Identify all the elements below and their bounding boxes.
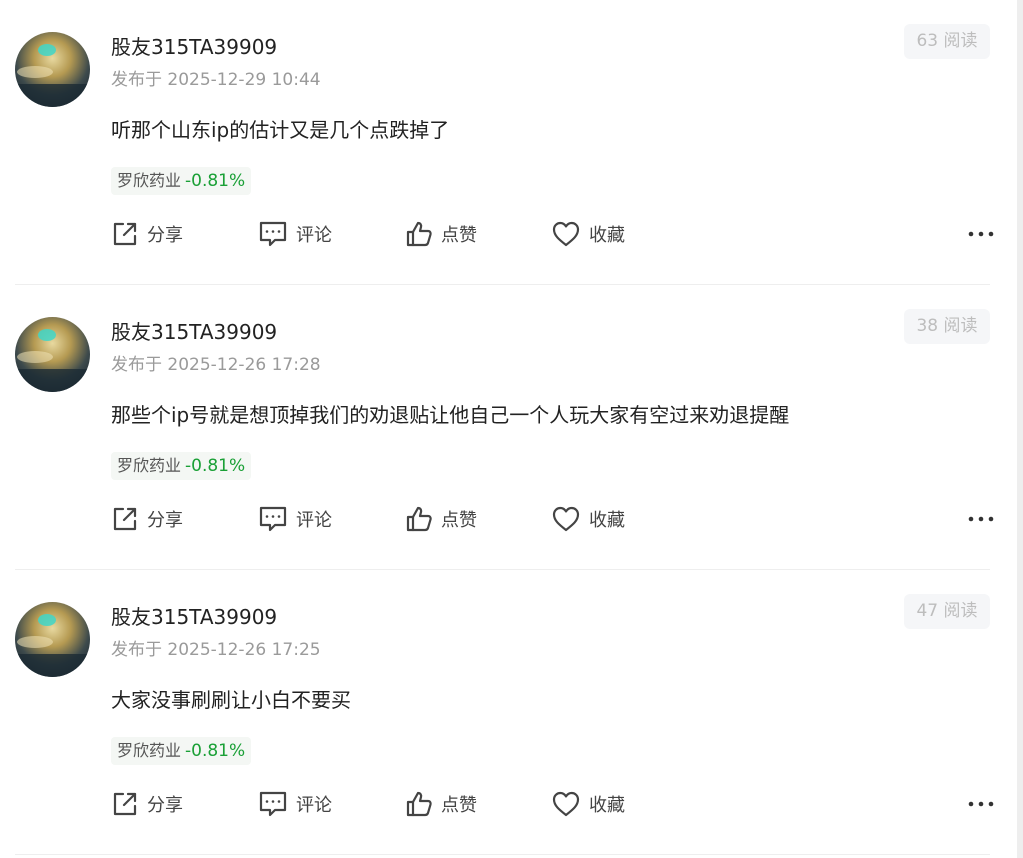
favorite-label: 收藏 [589, 510, 625, 531]
stock-tag[interactable]: 罗欣药业 -0.81% [111, 737, 252, 765]
user-avatar[interactable] [15, 32, 90, 107]
stock-name: 罗欣药业 [117, 741, 182, 760]
post-timestamp: 发布于 2025-12-26 17:28 [111, 355, 321, 375]
post-card: 股友315TA39909 发布于 2025-12-26 17:28 38 阅读 … [0, 285, 1005, 570]
view-count-badge: 63 阅读 [904, 24, 990, 59]
post-list: 股友315TA39909 发布于 2025-12-29 10:44 63 阅读 … [0, 0, 1005, 855]
user-avatar[interactable] [15, 317, 90, 392]
share-button[interactable]: 分享 [111, 786, 183, 822]
username[interactable]: 股友315TA39909 [111, 604, 277, 630]
share-label: 分享 [147, 795, 183, 816]
like-label: 点赞 [441, 795, 477, 816]
stock-name: 罗欣药业 [117, 171, 182, 190]
stock-name: 罗欣药业 [117, 456, 182, 475]
post-feed-page: 股友315TA39909 发布于 2025-12-29 10:44 63 阅读 … [0, 0, 1023, 858]
comment-button[interactable]: 评论 [258, 216, 332, 252]
more-dots-icon[interactable] [967, 792, 995, 816]
post-actions: 分享 评论 点赞 收藏 [111, 501, 995, 537]
like-button[interactable]: 点赞 [405, 501, 477, 537]
share-button[interactable]: 分享 [111, 216, 183, 252]
more-dots-icon[interactable] [967, 222, 995, 246]
like-label: 点赞 [441, 510, 477, 531]
post-content[interactable]: 大家没事刷刷让小白不要买 [111, 685, 351, 715]
stock-change: -0.81% [185, 456, 246, 476]
comment-button[interactable]: 评论 [258, 501, 332, 537]
share-icon [111, 790, 139, 818]
like-button[interactable]: 点赞 [405, 786, 477, 822]
favorite-label: 收藏 [589, 795, 625, 816]
thumbs-up-icon [405, 505, 433, 533]
stock-change: -0.81% [185, 741, 246, 761]
username[interactable]: 股友315TA39909 [111, 319, 277, 345]
comment-icon [258, 505, 288, 533]
stock-change: -0.81% [185, 171, 246, 191]
post-actions: 分享 评论 点赞 收藏 [111, 786, 995, 822]
comment-label: 评论 [296, 795, 332, 816]
thumbs-up-icon [405, 220, 433, 248]
user-avatar[interactable] [15, 602, 90, 677]
scrollbar[interactable] [1017, 0, 1023, 858]
stock-tag[interactable]: 罗欣药业 -0.81% [111, 452, 252, 480]
like-button[interactable]: 点赞 [405, 216, 477, 252]
username[interactable]: 股友315TA39909 [111, 34, 277, 60]
favorite-button[interactable]: 收藏 [551, 216, 625, 252]
favorite-button[interactable]: 收藏 [551, 501, 625, 537]
like-label: 点赞 [441, 225, 477, 246]
post-timestamp: 发布于 2025-12-26 17:25 [111, 640, 321, 660]
heart-icon [551, 220, 581, 248]
comment-label: 评论 [296, 510, 332, 531]
comment-icon [258, 220, 288, 248]
thumbs-up-icon [405, 790, 433, 818]
view-count-badge: 47 阅读 [904, 594, 990, 629]
share-icon [111, 220, 139, 248]
post-card: 股友315TA39909 发布于 2025-12-29 10:44 63 阅读 … [0, 0, 1005, 285]
stock-tag[interactable]: 罗欣药业 -0.81% [111, 167, 252, 195]
favorite-label: 收藏 [589, 225, 625, 246]
post-content[interactable]: 听那个山东ip的估计又是几个点跌掉了 [111, 115, 449, 145]
comment-icon [258, 790, 288, 818]
share-icon [111, 505, 139, 533]
share-label: 分享 [147, 225, 183, 246]
post-card: 股友315TA39909 发布于 2025-12-26 17:25 47 阅读 … [0, 570, 1005, 855]
heart-icon [551, 790, 581, 818]
comment-label: 评论 [296, 225, 332, 246]
post-divider [15, 854, 990, 855]
post-actions: 分享 评论 点赞 收藏 [111, 216, 995, 252]
heart-icon [551, 505, 581, 533]
share-button[interactable]: 分享 [111, 501, 183, 537]
view-count-badge: 38 阅读 [904, 309, 990, 344]
more-dots-icon[interactable] [967, 507, 995, 531]
share-label: 分享 [147, 510, 183, 531]
favorite-button[interactable]: 收藏 [551, 786, 625, 822]
post-timestamp: 发布于 2025-12-29 10:44 [111, 70, 321, 90]
post-content[interactable]: 那些个ip号就是想顶掉我们的劝退贴让他自己一个人玩大家有空过来劝退提醒 [111, 400, 789, 430]
comment-button[interactable]: 评论 [258, 786, 332, 822]
